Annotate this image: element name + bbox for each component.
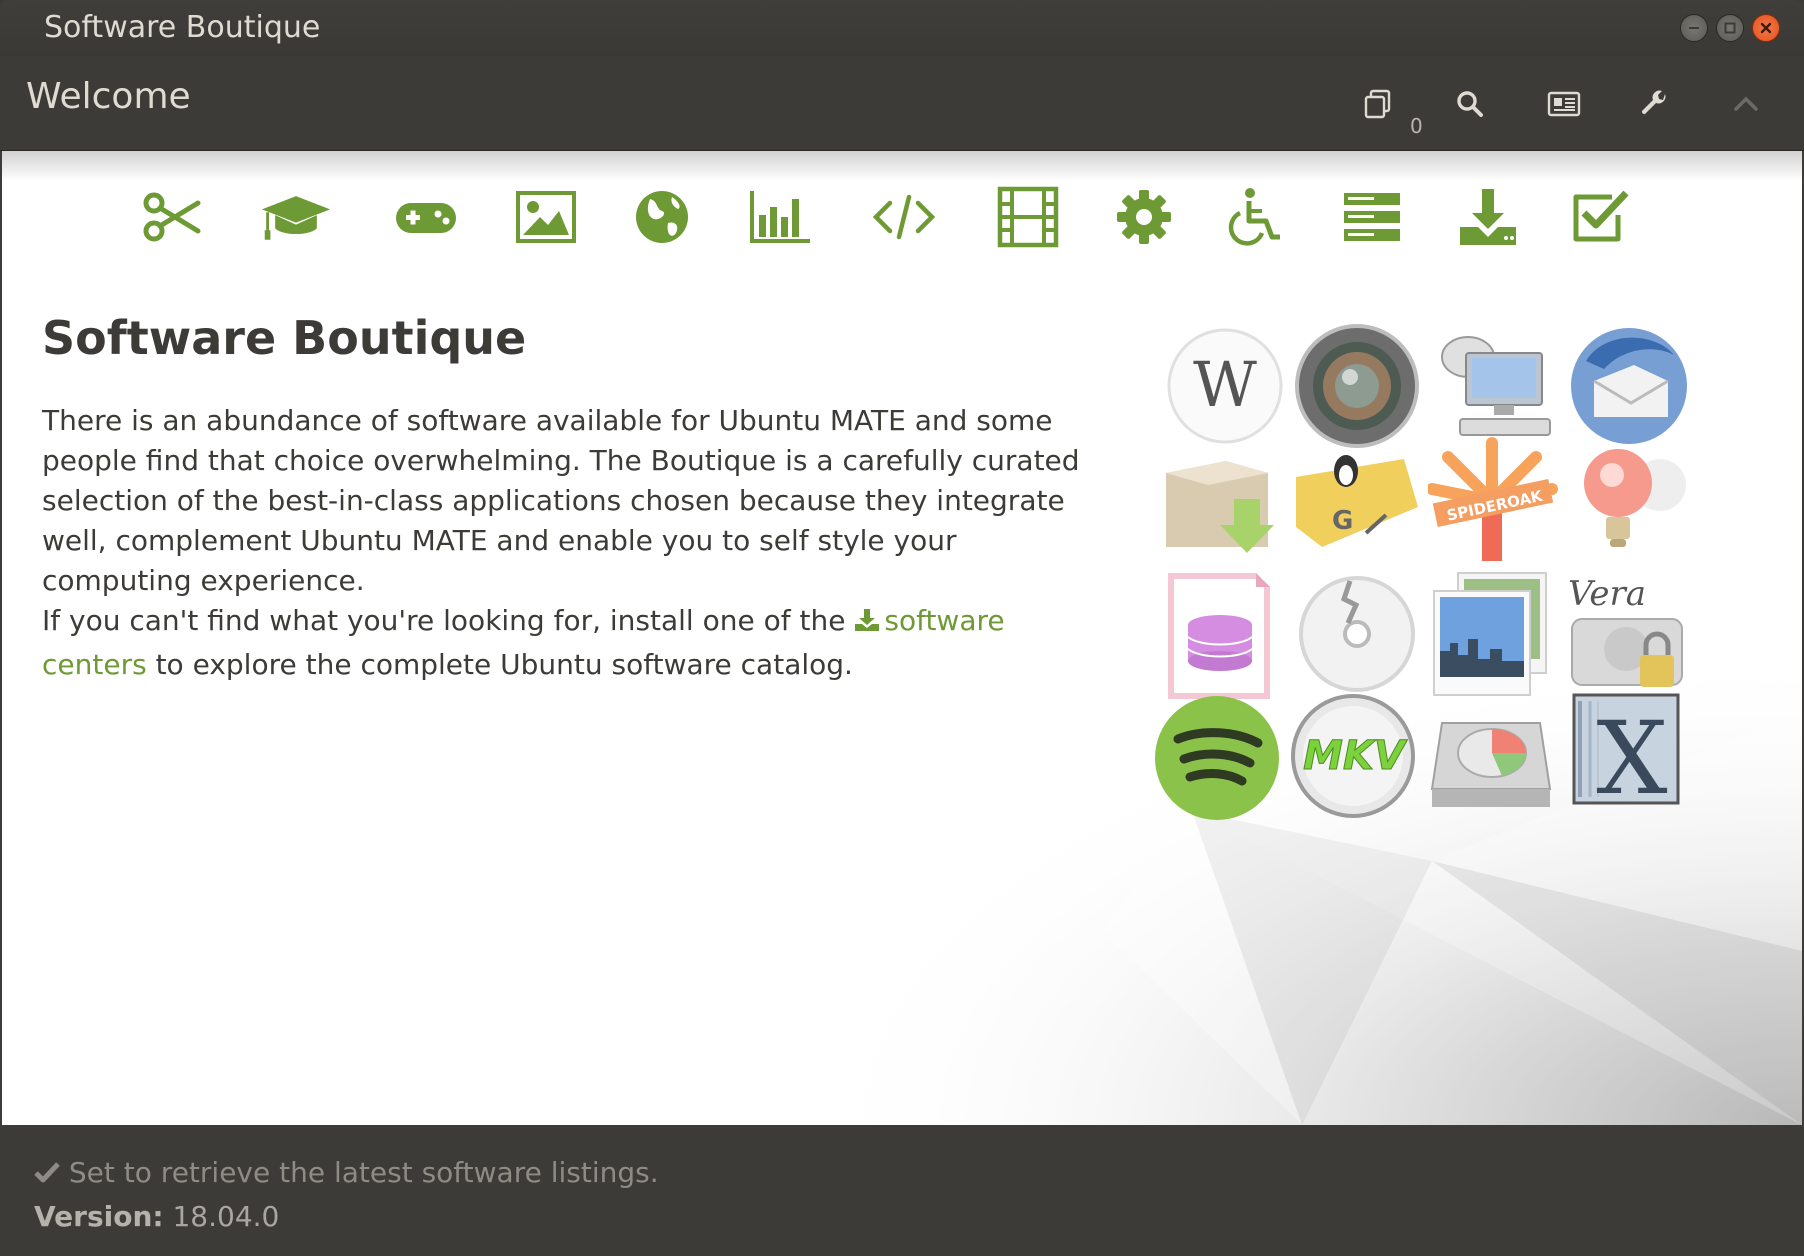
app-icon-collage: W G SPIDEROAK Vera MKV X — [1152, 321, 1712, 820]
wrench-icon — [1641, 90, 1666, 115]
queue-count: 0 — [1410, 114, 1423, 138]
film-icon — [997, 186, 1059, 248]
maximize-button[interactable] — [1716, 14, 1744, 42]
writer-app-icon: W — [1167, 328, 1283, 444]
category-games[interactable] — [390, 181, 462, 253]
category-accessories[interactable] — [136, 181, 208, 253]
collapse-button[interactable] — [1722, 80, 1770, 128]
more-text-after: to explore the complete Ubuntu software … — [146, 648, 853, 681]
mkv-wordmark: MKV — [1303, 733, 1408, 779]
idea-bulb-app-icon — [1584, 449, 1686, 547]
queue-icon — [1364, 89, 1391, 119]
version-label: Version: — [34, 1200, 164, 1233]
thunderbird-app-icon — [1571, 328, 1687, 444]
disk-usage-app-icon — [1430, 722, 1552, 807]
header-bar: Welcome 0 — [0, 56, 1804, 151]
window-title: Software Boutique — [44, 10, 321, 45]
category-servers[interactable] — [1336, 181, 1408, 253]
more-info-text: If you can't find what you're looking fo… — [42, 599, 1112, 687]
category-system-tools[interactable] — [1108, 181, 1180, 253]
category-office[interactable] — [744, 181, 816, 253]
category-universal-access[interactable] — [1218, 181, 1290, 253]
spideroak-app-icon: SPIDEROAK — [1428, 437, 1558, 561]
x-app-letter: X — [1596, 700, 1667, 817]
picture-icon — [516, 191, 576, 243]
download-icon — [1460, 189, 1516, 245]
remote-desktop-app-icon — [1441, 336, 1551, 436]
bar-chart-icon — [750, 191, 810, 243]
queue-button[interactable] — [1354, 80, 1402, 128]
minimize-icon — [1689, 27, 1699, 29]
status-message-text: Set to retrieve the latest software list… — [68, 1156, 659, 1189]
package-installer-app-icon — [1166, 461, 1274, 553]
maximize-icon — [1724, 22, 1736, 34]
tux-plane-app-icon: G — [1296, 455, 1418, 547]
close-icon — [1760, 22, 1772, 34]
checkbox-icon — [1573, 190, 1629, 242]
app-window: Software Boutique Welcome 0 Software Bou… — [0, 0, 1804, 1256]
spotify-app-icon — [1155, 696, 1279, 820]
gamepad-icon — [396, 203, 456, 233]
wheelchair-icon — [1228, 188, 1280, 246]
veracrypt-app-icon: Vera — [1568, 574, 1683, 687]
category-graphics[interactable] — [510, 181, 582, 253]
category-education[interactable] — [260, 181, 332, 253]
mkvtoolnix-app-icon: MKV — [1291, 694, 1415, 818]
version-value: 18.04.0 — [172, 1200, 280, 1233]
server-icon — [1344, 193, 1400, 241]
scissors-icon — [143, 192, 201, 242]
category-internet[interactable] — [626, 181, 698, 253]
more-text-before: If you can't find what you're looking fo… — [42, 604, 855, 637]
check-icon — [34, 1162, 60, 1183]
category-selection[interactable] — [1564, 181, 1636, 253]
search-icon — [1457, 91, 1483, 117]
brasero-disc-app-icon — [1299, 576, 1415, 692]
title-bar: Software Boutique — [0, 0, 1804, 56]
status-message: Set to retrieve the latest software list… — [34, 1156, 659, 1189]
graduation-cap-icon — [261, 196, 331, 240]
version-info: Version: 18.04.0 — [34, 1200, 279, 1233]
category-installed[interactable] — [1452, 181, 1524, 253]
news-icon — [1547, 91, 1581, 117]
page-title: Welcome — [26, 76, 191, 117]
x-app-icon: X — [1572, 693, 1680, 817]
news-button[interactable] — [1540, 80, 1588, 128]
search-button[interactable] — [1446, 80, 1494, 128]
writer-app-letter: W — [1193, 348, 1257, 421]
status-bar: Set to retrieve the latest software list… — [0, 1126, 1804, 1256]
header-shadow — [2, 151, 1802, 181]
category-bar — [2, 181, 1802, 261]
globe-icon — [636, 191, 688, 243]
libreoffice-base-app-icon — [1168, 573, 1270, 699]
category-programming[interactable] — [868, 181, 940, 253]
main-heading: Software Boutique — [42, 311, 527, 365]
category-sound-video[interactable] — [992, 181, 1064, 253]
photo-viewer-app-icon — [1433, 572, 1547, 696]
close-button[interactable] — [1752, 14, 1780, 42]
minimize-button[interactable] — [1680, 14, 1708, 42]
content-area: Software Boutique There is an abundance … — [2, 151, 1802, 1125]
chevron-up-icon — [1734, 96, 1758, 111]
code-icon — [872, 194, 936, 240]
veracrypt-wordmark: Vera — [1568, 574, 1646, 614]
intro-text: There is an abundance of software availa… — [42, 404, 1080, 597]
camera-app-icon — [1295, 324, 1419, 448]
download-icon — [855, 609, 880, 631]
gear-icon — [1117, 190, 1171, 244]
tux-plane-letter: G — [1332, 506, 1353, 536]
preferences-button[interactable] — [1630, 80, 1678, 128]
